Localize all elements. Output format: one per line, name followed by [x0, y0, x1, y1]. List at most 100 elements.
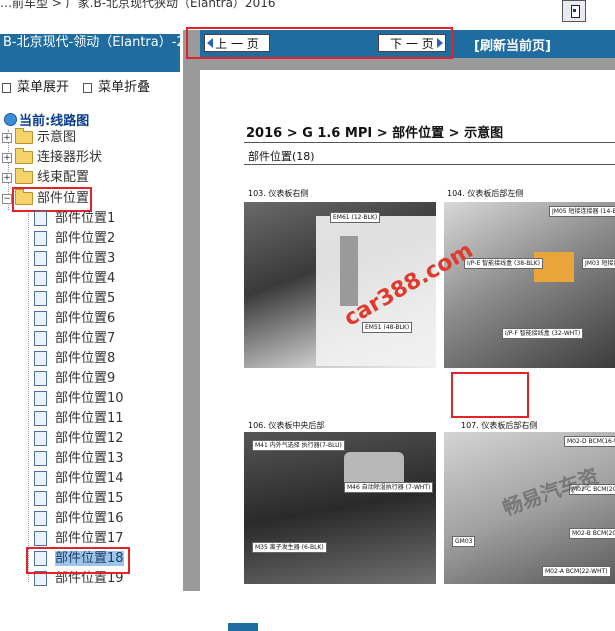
part-label: M46 自动除湿执行器 (7-WHT)	[344, 482, 434, 493]
expand-all-label: 菜单展开	[17, 80, 70, 95]
sidebar-item-component-location[interactable]: 部件位置10	[34, 389, 124, 409]
sidebar-item-component-location[interactable]: 部件位置2	[34, 229, 115, 249]
exit-door-icon[interactable]	[562, 0, 586, 22]
sidebar-item-label: 部件位置16	[55, 511, 124, 526]
sidebar-item-label: 部件位置9	[55, 371, 116, 386]
sidebar-item-label: 部件位置10	[55, 391, 124, 406]
panel-caption: 104. 仪表板后部左侧	[447, 189, 524, 198]
page-icon	[34, 291, 47, 306]
page-icon	[34, 511, 47, 526]
panel-caption: 107. 仪表板后部右侧	[461, 421, 538, 430]
expand-icon[interactable]: +	[2, 172, 12, 183]
globe-icon	[4, 113, 17, 126]
sidebar-item-label: 部件位置3	[55, 251, 116, 266]
page-icon	[34, 271, 47, 286]
annotation-highlight	[26, 547, 130, 574]
sidebar-item-label: 部件位置12	[55, 431, 124, 446]
panel-caption: 106. 仪表板中央后部	[248, 421, 325, 430]
page-icon	[34, 351, 47, 366]
main-content: 上 一 页 下 一 页 [刷新当前页] 2016 > G 1.6 MPI > 部…	[184, 27, 615, 631]
folder-label: 线束配置	[37, 170, 90, 185]
sidebar-item-component-location[interactable]: 部件位置11	[34, 409, 124, 429]
sidebar-item-label: 部件位置13	[55, 451, 124, 466]
part-label: I/P-F 智能接线盒 (32-WHT)	[502, 328, 584, 339]
document-icon	[2, 82, 11, 93]
page-icon	[34, 371, 47, 386]
sidebar: B-北京现代-领动（Elantra）-2016- 线路图. 菜单展开 菜单折叠 …	[0, 30, 184, 591]
page-icon	[34, 491, 47, 506]
collapse-all-button[interactable]: 菜单折叠	[83, 80, 150, 95]
sidebar-actions: 菜单展开 菜单折叠	[2, 76, 160, 95]
sidebar-item-label: 部件位置2	[55, 231, 116, 246]
annotation-highlight	[186, 27, 453, 59]
folder-schematics[interactable]: + 示意图	[2, 128, 76, 148]
tree-line	[28, 210, 29, 582]
page-icon	[34, 311, 47, 326]
sidebar-item-label: 部件位置14	[55, 471, 124, 486]
document-page: 2016 > G 1.6 MPI > 部件位置 > 示意图 部件位置(18) 1…	[200, 70, 615, 631]
collapse-icon[interactable]: −	[2, 193, 12, 204]
part-label: M35 离子发生器 (6-BLK)	[252, 542, 327, 553]
folder-icon	[15, 128, 33, 144]
sidebar-item-component-location[interactable]: 部件位置13	[34, 449, 124, 469]
collapse-all-label: 菜单折叠	[98, 80, 151, 95]
page-icon	[34, 471, 47, 486]
part-label: EM51 (48-BLK)	[362, 322, 413, 333]
sidebar-item-component-location[interactable]: 部件位置17	[34, 529, 124, 549]
page-icon	[34, 431, 47, 446]
page-icon	[34, 391, 47, 406]
sidebar-item-component-location[interactable]: 部件位置8	[34, 349, 115, 369]
part-label: M02-A BCM(22-WHT)	[542, 566, 611, 577]
part-label: JM03 短接连接器 (30-GRY)	[582, 258, 615, 269]
folder-connector-shapes[interactable]: + 连接器形状	[2, 148, 102, 168]
sidebar-item-component-location[interactable]: 部件位置12	[34, 429, 124, 449]
expand-icon[interactable]: +	[2, 152, 12, 163]
sidebar-item-component-location[interactable]: 部件位置14	[34, 469, 124, 489]
current-node[interactable]: 当前:线路图	[4, 110, 89, 129]
sidebar-item-label: 部件位置5	[55, 291, 116, 306]
sidebar-item-component-location[interactable]: 部件位置6	[34, 309, 115, 329]
page-icon	[34, 451, 47, 466]
connector-shape	[340, 236, 358, 306]
sidebar-item-component-location[interactable]: 部件位置16	[34, 509, 124, 529]
part-label: EM61 (12-BLK)	[330, 212, 381, 223]
section-title: 部件位置(18)	[248, 150, 315, 163]
photo-dashboard-rear-left: JM05 短接连接器 (14-BLK) I/P-E 智能接线盒 (38-BLK)…	[444, 202, 615, 368]
part-label: JM05 短接连接器 (14-BLK)	[549, 206, 615, 217]
folder-label: 连接器形状	[37, 150, 103, 165]
sidebar-item-label: 部件位置11	[55, 411, 124, 426]
part-label: M02-D BCM(16-WHT)	[564, 436, 615, 447]
panel-caption: 103. 仪表板右侧	[248, 189, 309, 198]
sidebar-item-label: 部件位置7	[55, 331, 116, 346]
sidebar-item-component-location[interactable]: 部件位置4	[34, 269, 115, 289]
sidebar-item-component-location[interactable]: 部件位置5	[34, 289, 115, 309]
page-icon	[34, 411, 47, 426]
sidebar-item-component-location[interactable]: 部件位置15	[34, 489, 124, 509]
window-title: …前车型 > 广家.B-北京现代狭动（Elantra）2016	[0, 0, 276, 10]
sidebar-item-component-location[interactable]: 部件位置9	[34, 369, 115, 389]
expand-all-button[interactable]: 菜单展开	[2, 80, 69, 95]
part-label: M02-B BCM(20-BLK)	[569, 528, 615, 539]
current-label: 当前:线路图	[19, 114, 90, 129]
document-title: 2016 > G 1.6 MPI > 部件位置 > 示意图	[246, 126, 504, 141]
sidebar-item-label: 部件位置1	[55, 211, 116, 226]
folder-icon	[15, 168, 33, 184]
folder-harness-config[interactable]: + 线束配置	[2, 168, 89, 188]
sidebar-item-label: 部件位置15	[55, 491, 124, 506]
expand-icon[interactable]: +	[2, 132, 12, 143]
sidebar-header: B-北京现代-领动（Elantra）-2016- 线路图.	[0, 34, 180, 72]
sidebar-item-component-location[interactable]: 部件位置7	[34, 329, 115, 349]
sidebar-item-label: 部件位置4	[55, 271, 116, 286]
refresh-page-link[interactable]: [刷新当前页]	[474, 35, 551, 54]
document-icon	[83, 82, 93, 93]
divider	[244, 142, 615, 143]
page-icon	[34, 331, 47, 346]
sidebar-item-component-location[interactable]: 部件位置1	[34, 209, 115, 229]
sidebar-item-label: 部件位置17	[55, 531, 124, 546]
folder-icon	[15, 148, 33, 164]
page-icon	[34, 251, 47, 266]
annotation-highlight	[451, 372, 529, 418]
page-icon	[34, 211, 47, 226]
sidebar-item-label: 部件位置6	[55, 311, 116, 326]
sidebar-item-component-location[interactable]: 部件位置3	[34, 249, 115, 269]
